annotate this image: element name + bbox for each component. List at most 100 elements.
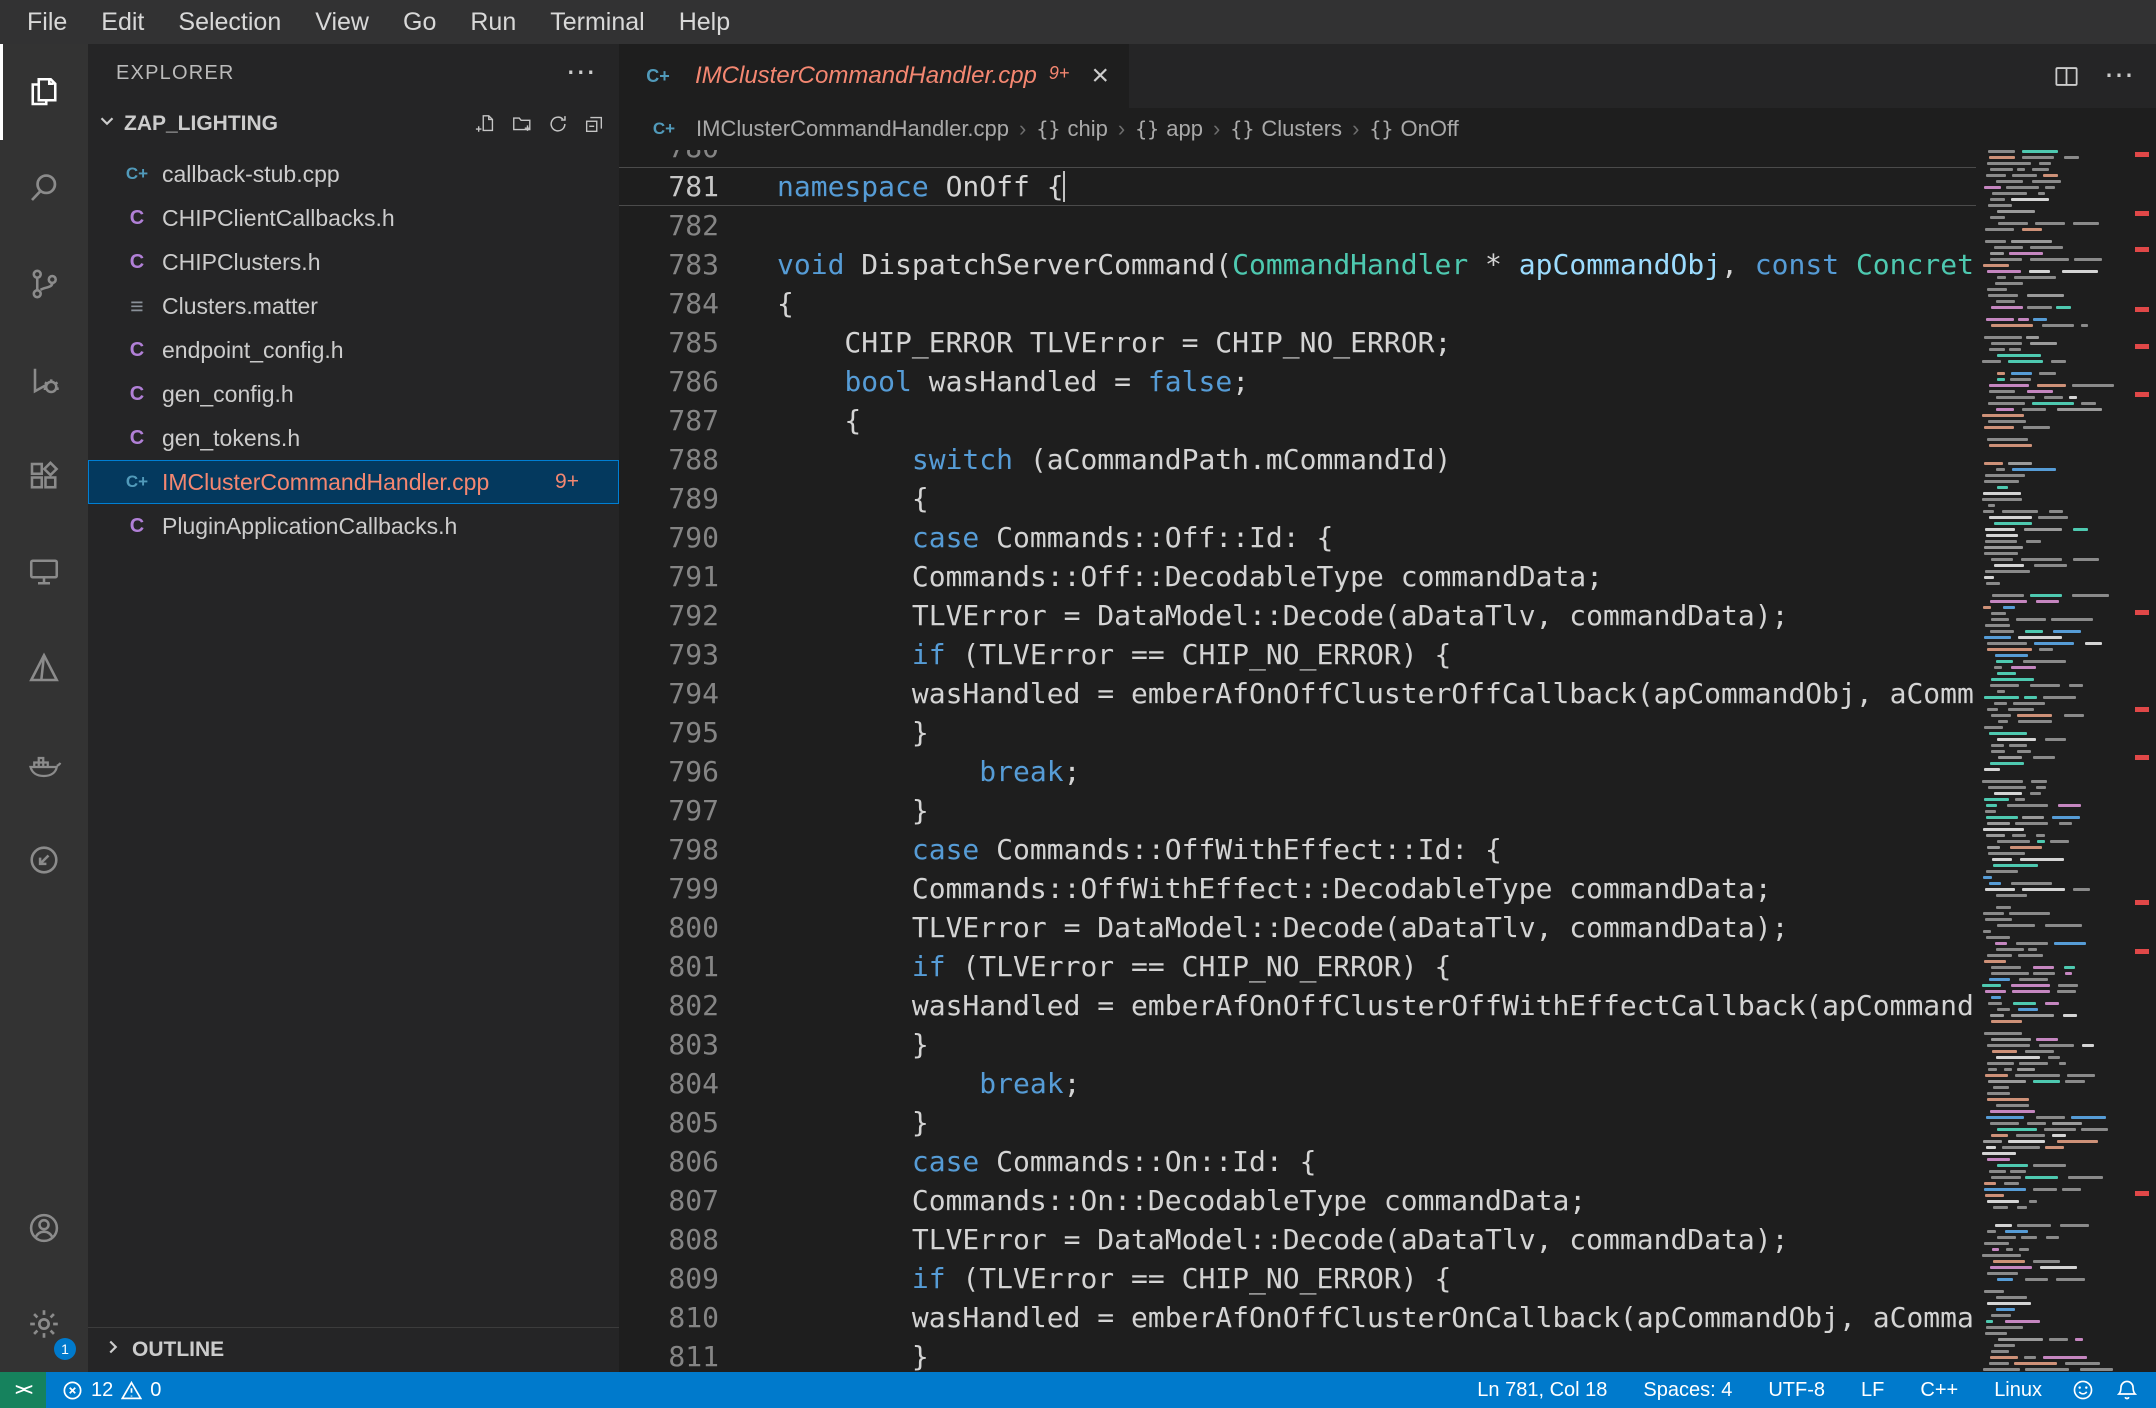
code-line[interactable]: 807 Commands::On::DecodableType commandD…	[619, 1181, 1976, 1220]
code-line[interactable]: 799 Commands::OffWithEffect::DecodableTy…	[619, 869, 1976, 908]
activity-search[interactable]	[0, 140, 88, 236]
line-number[interactable]: 780	[619, 150, 719, 164]
code-line[interactable]: 786 bool wasHandled = false;	[619, 362, 1976, 401]
close-icon[interactable]: ×	[1091, 61, 1109, 91]
folder-section-header[interactable]: ZAP_LIGHTING	[88, 102, 619, 146]
feedback-icon[interactable]	[2072, 1379, 2094, 1401]
file-item-chipclusters.h[interactable]: C CHIPClusters.h	[88, 240, 619, 284]
activity-source-control[interactable]	[0, 236, 88, 332]
activity-run-debug[interactable]	[0, 332, 88, 428]
status-spaces-4[interactable]: Spaces: 4	[1643, 1379, 1732, 1402]
file-item-pluginapplicationcallbacks.h[interactable]: C PluginApplicationCallbacks.h	[88, 504, 619, 548]
line-number[interactable]: 785	[619, 326, 719, 359]
views-ellipsis-icon[interactable]: ⋯	[566, 58, 597, 88]
status-ln-781-col-18[interactable]: Ln 781, Col 18	[1477, 1379, 1607, 1402]
activity-remote-tunnels[interactable]	[0, 812, 88, 908]
breadcrumb-item-chip[interactable]: {} chip	[1036, 116, 1107, 142]
line-number[interactable]: 788	[619, 443, 719, 476]
activity-explorer[interactable]	[0, 44, 88, 140]
outline-section[interactable]: OUTLINE	[88, 1327, 619, 1372]
status-lf[interactable]: LF	[1861, 1379, 1884, 1402]
overview-ruler[interactable]	[2128, 150, 2156, 1372]
line-number[interactable]: 795	[619, 716, 719, 749]
code-line[interactable]: 783 void DispatchServerCommand(CommandHan…	[619, 245, 1976, 284]
line-number[interactable]: 810	[619, 1301, 719, 1334]
notifications-bell-icon[interactable]	[2116, 1379, 2138, 1401]
file-item-gen_tokens.h[interactable]: Cgen_tokens.h	[88, 416, 619, 460]
code-line[interactable]: 792 TLVError = DataModel::Decode(aDataTl…	[619, 596, 1976, 635]
code-line[interactable]: 803 }	[619, 1025, 1976, 1064]
line-number[interactable]: 787	[619, 404, 719, 437]
menu-selection[interactable]: Selection	[161, 8, 298, 37]
breadcrumb-item-imclustercommandhandler.cpp[interactable]: C+ IMClusterCommandHandler.cpp	[649, 116, 1009, 142]
status-utf-8[interactable]: UTF-8	[1768, 1379, 1825, 1402]
file-item-callback-stub.cpp[interactable]: C+ callback-stub.cpp	[88, 152, 619, 196]
new-folder-icon[interactable]	[511, 113, 533, 135]
activity-remote-explorer[interactable]	[0, 524, 88, 620]
line-number[interactable]: 809	[619, 1262, 719, 1295]
code-line[interactable]: 787 {	[619, 401, 1976, 440]
activity-accounts[interactable]	[0, 1180, 88, 1276]
refresh-icon[interactable]	[547, 113, 569, 135]
line-number[interactable]: 789	[619, 482, 719, 515]
problems-status[interactable]: 12 0	[46, 1379, 177, 1402]
file-item-chipclientcallbacks.h[interactable]: C CHIPClientCallbacks.h	[88, 196, 619, 240]
line-number[interactable]: 794	[619, 677, 719, 710]
code-line[interactable]: 804 break;	[619, 1064, 1976, 1103]
code-line[interactable]: 794 wasHandled = emberAfOnOffClusterOffC…	[619, 674, 1976, 713]
activity-docker[interactable]	[0, 716, 88, 812]
line-number[interactable]: 791	[619, 560, 719, 593]
code-line[interactable]: 798 case Commands::OffWithEffect::Id: {	[619, 830, 1976, 869]
code-line[interactable]: 790 case Commands::Off::Id: {	[619, 518, 1976, 557]
line-number[interactable]: 790	[619, 521, 719, 554]
code-line[interactable]: 801 if (TLVError == CHIP_NO_ERROR) {	[619, 947, 1976, 986]
line-number[interactable]: 783	[619, 248, 719, 281]
code-area[interactable]: 780 781 namespace OnOff {782 783 void Dispat…	[619, 150, 2156, 1372]
activity-cmake[interactable]	[0, 620, 88, 716]
breadcrumb-item-onoff[interactable]: {} OnOff	[1369, 116, 1458, 142]
code-line[interactable]: 802 wasHandled = emberAfOnOffClusterOffW…	[619, 986, 1976, 1025]
code-line[interactable]: 800 TLVError = DataModel::Decode(aDataTl…	[619, 908, 1976, 947]
activity-extensions[interactable]	[0, 428, 88, 524]
line-number[interactable]: 800	[619, 911, 719, 944]
code-line[interactable]: 796 break;	[619, 752, 1976, 791]
code-line[interactable]: 785 CHIP_ERROR TLVError = CHIP_NO_ERROR;	[619, 323, 1976, 362]
line-number[interactable]: 811	[619, 1340, 719, 1372]
code-line[interactable]: 806 case Commands::On::Id: {	[619, 1142, 1976, 1181]
code-line[interactable]: 789 {	[619, 479, 1976, 518]
breadcrumb-item-clusters[interactable]: {} Clusters	[1230, 116, 1342, 142]
collapse-all-icon[interactable]	[583, 113, 605, 135]
line-number[interactable]: 799	[619, 872, 719, 905]
code-line[interactable]: 782	[619, 206, 1976, 245]
file-item-endpoint_config.h[interactable]: Cendpoint_config.h	[88, 328, 619, 372]
file-item-imclustercommandhandler.cpp[interactable]: C+ IMClusterCommandHandler.cpp 9+	[88, 460, 619, 504]
menu-help[interactable]: Help	[662, 8, 747, 37]
line-number[interactable]: 804	[619, 1067, 719, 1100]
code-line[interactable]: 780	[619, 150, 1976, 167]
line-number[interactable]: 792	[619, 599, 719, 632]
code-line[interactable]: 811 }	[619, 1337, 1976, 1372]
menu-run[interactable]: Run	[453, 8, 533, 37]
menu-terminal[interactable]: Terminal	[533, 8, 661, 37]
line-number[interactable]: 784	[619, 287, 719, 320]
menu-go[interactable]: Go	[386, 8, 453, 37]
code-line[interactable]: 795 }	[619, 713, 1976, 752]
line-number[interactable]: 802	[619, 989, 719, 1022]
code-line[interactable]: 808 TLVError = DataModel::Decode(aDataTl…	[619, 1220, 1976, 1259]
code-line[interactable]: 809 if (TLVError == CHIP_NO_ERROR) {	[619, 1259, 1976, 1298]
code-line[interactable]: 784 {	[619, 284, 1976, 323]
split-editor-icon[interactable]	[2053, 63, 2080, 90]
line-number[interactable]: 786	[619, 365, 719, 398]
editor-ellipsis-icon[interactable]: ⋯	[2104, 61, 2134, 91]
line-number[interactable]: 806	[619, 1145, 719, 1178]
line-number[interactable]: 803	[619, 1028, 719, 1061]
code-line[interactable]: 781 namespace OnOff {	[619, 167, 1976, 206]
line-number[interactable]: 808	[619, 1223, 719, 1256]
line-number[interactable]: 782	[619, 209, 719, 242]
line-number[interactable]: 797	[619, 794, 719, 827]
code-line[interactable]: 797 }	[619, 791, 1976, 830]
code-line[interactable]: 805 }	[619, 1103, 1976, 1142]
breadcrumb-item-app[interactable]: {} app	[1135, 116, 1203, 142]
code-line[interactable]: 791 Commands::Off::DecodableType command…	[619, 557, 1976, 596]
line-number[interactable]: 796	[619, 755, 719, 788]
